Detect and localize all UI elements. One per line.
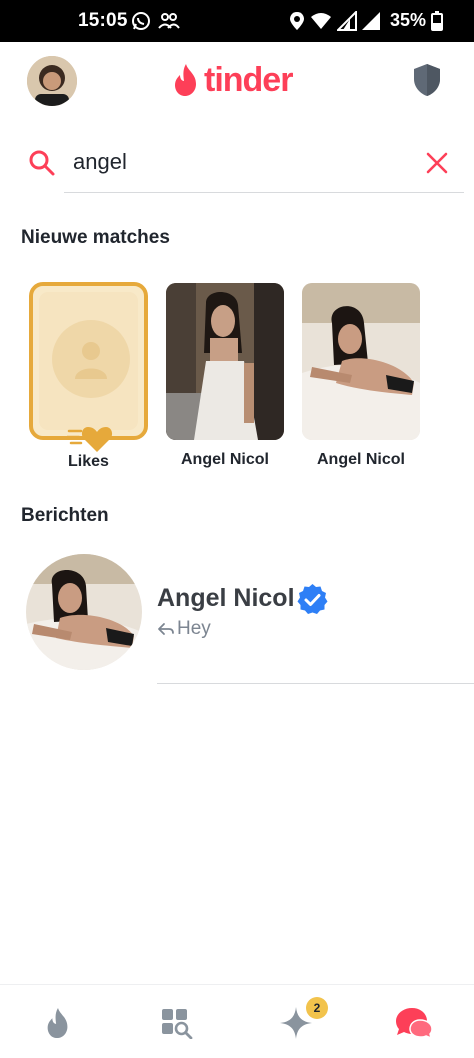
gold-heart-icon: [65, 422, 113, 454]
location-icon: [286, 10, 308, 32]
new-matches-list: Likes Angel Nicol Angel Nicol: [0, 282, 474, 482]
message-preview: Hey: [157, 618, 211, 640]
close-icon[interactable]: [424, 150, 450, 176]
notification-badge: 2: [306, 997, 328, 1019]
people-icon: [158, 10, 180, 32]
chat-icon[interactable]: [394, 1003, 434, 1043]
whatsapp-icon: [130, 10, 152, 32]
blurred-avatar-icon: [52, 320, 130, 398]
message-contact-name: Angel Nicol: [157, 584, 295, 612]
likes-label: Likes: [68, 453, 109, 470]
messages-title: Berichten: [21, 505, 109, 526]
message-divider: [157, 683, 474, 684]
search-icon: [28, 149, 56, 177]
status-time: 15:05: [78, 10, 128, 31]
profile-avatar[interactable]: [27, 56, 77, 106]
verified-badge-icon: [296, 583, 329, 616]
search-input[interactable]: [73, 144, 413, 180]
wifi-icon: [310, 10, 332, 32]
message-preview-text: Hey: [177, 618, 211, 639]
status-bar: 15:05 35%: [0, 0, 474, 42]
battery-icon: [426, 10, 448, 32]
match-name: Angel Nicol: [180, 451, 269, 468]
explore-icon[interactable]: [157, 1003, 197, 1043]
shield-icon[interactable]: [411, 62, 443, 98]
battery-percentage: 35%: [390, 10, 427, 30]
likes-card-inner: [39, 292, 138, 430]
likes-card[interactable]: [29, 282, 148, 452]
match-photo: [302, 283, 420, 440]
match-photo: [166, 283, 284, 440]
search-bar: [0, 130, 474, 194]
match-card[interactable]: [302, 283, 420, 440]
flame-logo-icon: [175, 64, 196, 96]
reply-arrow-icon: [157, 621, 175, 637]
match-name: Angel Nicol: [316, 451, 405, 468]
flame-icon[interactable]: [38, 1003, 78, 1043]
signal-icon: [336, 10, 358, 32]
message-avatar: [26, 554, 142, 670]
signal-icon: [360, 10, 382, 32]
new-matches-title: Nieuwe matches: [21, 227, 170, 248]
tinder-logo: tinder: [172, 58, 293, 102]
logo-text: tinder: [204, 60, 293, 99]
search-underline: [64, 192, 464, 193]
match-card[interactable]: [166, 283, 284, 440]
message-row[interactable]: Angel Nicol Hey: [0, 548, 474, 688]
bottom-nav: 2: [0, 984, 474, 1058]
app-header: tinder: [0, 42, 474, 122]
